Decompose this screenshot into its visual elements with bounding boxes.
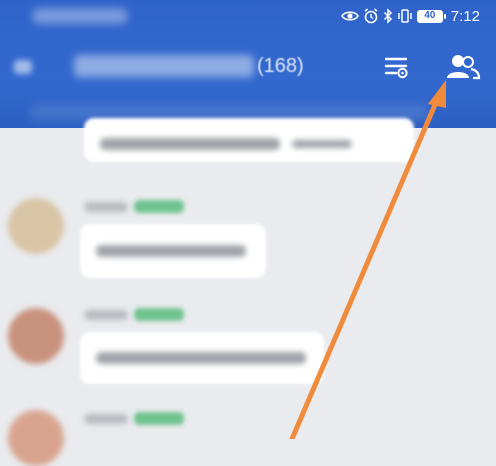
nav-bar: (168) (0, 44, 496, 92)
avatar[interactable] (8, 410, 64, 466)
alarm-icon (364, 8, 378, 24)
chat-message-list[interactable] (0, 118, 496, 466)
member-tag-blurred (134, 308, 184, 321)
sender-name-blurred (84, 414, 128, 424)
message-text-blurred (96, 245, 246, 257)
message-text-blurred (100, 138, 280, 150)
back-arrow-icon[interactable] (14, 60, 32, 74)
eye-icon (340, 11, 359, 21)
group-members-button[interactable] (444, 52, 482, 82)
chat-header: 40 7:12 (168) (0, 0, 496, 128)
group-name-blurred (74, 55, 254, 77)
vibrate-icon (398, 9, 412, 23)
status-bar: 40 7:12 (0, 0, 496, 32)
avatar[interactable] (8, 198, 64, 254)
avatar[interactable] (8, 308, 64, 364)
status-icons: 40 7:12 (340, 6, 480, 26)
battery-icon: 40 (416, 9, 446, 23)
member-tag-blurred (134, 412, 184, 425)
message-text-blurred (292, 140, 352, 148)
sender-name-blurred (84, 202, 128, 212)
group-members-icon (447, 55, 481, 80)
bluetooth-icon (383, 8, 392, 24)
group-member-count: (168) (257, 55, 304, 77)
group-settings-button[interactable] (382, 52, 412, 82)
status-time: 7:12 (450, 7, 480, 25)
member-tag-blurred (134, 200, 184, 213)
settings-list-icon (384, 57, 408, 79)
message-text-blurred (96, 352, 306, 364)
sender-name-blurred (84, 310, 128, 320)
status-bar-left-blurred (32, 8, 128, 24)
